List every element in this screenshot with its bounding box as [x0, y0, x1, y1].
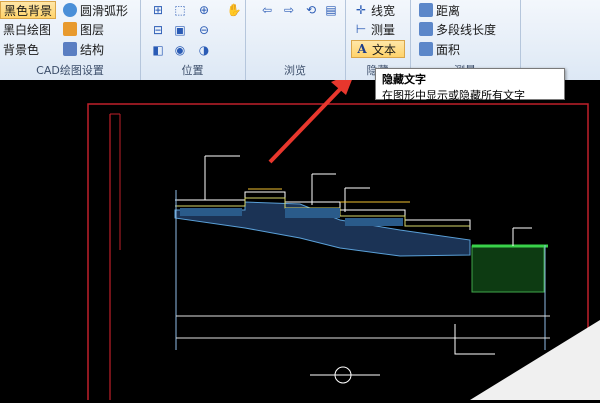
group-position: ⊞ ⬚ ⊕ ✋ ⊟ ▣ ⊖ ◧ ◉ ◑ 位置 — [140, 0, 246, 80]
line-width-label: 线宽 — [371, 3, 396, 18]
text-toggle-button[interactable]: A 文本 — [351, 40, 405, 58]
layer-button[interactable]: 图层 — [60, 20, 107, 38]
zoom-in-icon[interactable]: ⊕ — [196, 2, 212, 18]
group-position-label: 位置 — [181, 64, 204, 77]
text-a-icon: A — [357, 42, 367, 56]
bw-drawing-label: 黑白绘图 — [3, 22, 52, 37]
smooth-arc-button[interactable]: 圆滑弧形 — [60, 1, 131, 19]
smooth-arc-label: 圆滑弧形 — [80, 3, 129, 18]
corner-overlay — [470, 320, 600, 400]
group-cad-label: CAD绘图设置 — [36, 64, 104, 77]
zoom-realtime-icon[interactable]: ◧ — [150, 42, 166, 58]
step-block — [180, 208, 242, 216]
text-toggle-label: 文本 — [372, 42, 397, 57]
zoom-window-icon[interactable]: ⊞ — [150, 2, 166, 18]
tooltip-description: 在图形中显示或隐藏所有文字 — [382, 89, 525, 102]
group-browse: ⇦ ⇨ ⟲ ▤ 浏览 — [245, 0, 346, 80]
area-label: 面积 — [436, 42, 461, 57]
leader-line — [512, 227, 532, 246]
zoom-previous-icon[interactable]: ⊟ — [150, 22, 166, 38]
zoom-extents-icon[interactable]: ⬚ — [172, 2, 188, 18]
zoom-out-icon[interactable]: ⊖ — [196, 22, 212, 38]
measure-toggle-label: 测量 — [371, 22, 396, 37]
step-block — [345, 218, 403, 226]
forward-arrow-icon[interactable]: ⇨ — [281, 2, 297, 18]
structure-icon — [63, 42, 77, 56]
section-marker-line — [454, 324, 495, 355]
step-block — [285, 208, 340, 218]
polyline-icon — [419, 22, 433, 36]
structure-button[interactable]: 结构 — [60, 40, 107, 58]
cad-drawing — [87, 72, 600, 403]
black-background-button[interactable]: 黑色背景 — [0, 1, 56, 19]
line-width-icon: ✛ — [355, 3, 367, 17]
refresh-icon[interactable]: ⟲ — [303, 2, 319, 18]
layer-label: 图层 — [80, 22, 105, 37]
distance-button[interactable]: 距离 — [416, 1, 463, 19]
pan-hand-icon[interactable]: ✋ — [226, 2, 242, 18]
layer-icon — [63, 22, 77, 36]
measure-icon: ⊢ — [355, 22, 367, 36]
group-cad-settings: 黑色背景 黑白绘图 背景色 圆滑弧形 图层 结构 CAD绘图设置 — [0, 0, 141, 80]
bw-drawing-button[interactable]: 黑白绘图 — [0, 20, 54, 38]
print-icon[interactable]: ▤ — [323, 2, 339, 18]
area-button[interactable]: 面积 — [416, 40, 463, 58]
zoom-all-icon[interactable]: ▣ — [172, 22, 188, 38]
area-icon — [419, 42, 433, 56]
line-width-button[interactable]: ✛ 线宽 — [351, 1, 398, 19]
group-browse-label: 浏览 — [284, 64, 306, 77]
tooltip-title: 隐藏文字 — [382, 73, 426, 86]
background-color-label: 背景色 — [3, 42, 40, 57]
back-arrow-icon[interactable]: ⇦ — [259, 2, 275, 18]
distance-icon — [419, 3, 433, 17]
zoom-scale-icon[interactable]: ◉ — [172, 42, 188, 58]
annotation-arrow — [268, 82, 347, 164]
structure-label: 结构 — [80, 42, 105, 57]
view-options-icon[interactable]: ◑ — [196, 42, 212, 58]
leader-line — [344, 187, 370, 212]
tooltip-hide-text: 隐藏文字 在图形中显示或隐藏所有文字 — [375, 68, 565, 102]
pit-block — [471, 245, 545, 293]
leader-line — [311, 173, 336, 205]
arc-icon — [63, 3, 77, 17]
polyline-length-label: 多段线长度 — [436, 22, 497, 37]
measure-toggle-button[interactable]: ⊢ 测量 — [351, 20, 398, 38]
distance-label: 距离 — [436, 3, 461, 18]
drawing-canvas[interactable] — [0, 72, 600, 403]
black-background-label: 黑色背景 — [4, 3, 53, 18]
polyline-length-button[interactable]: 多段线长度 — [416, 20, 499, 38]
background-color-button[interactable]: 背景色 — [0, 40, 42, 58]
leader-line — [204, 155, 240, 200]
